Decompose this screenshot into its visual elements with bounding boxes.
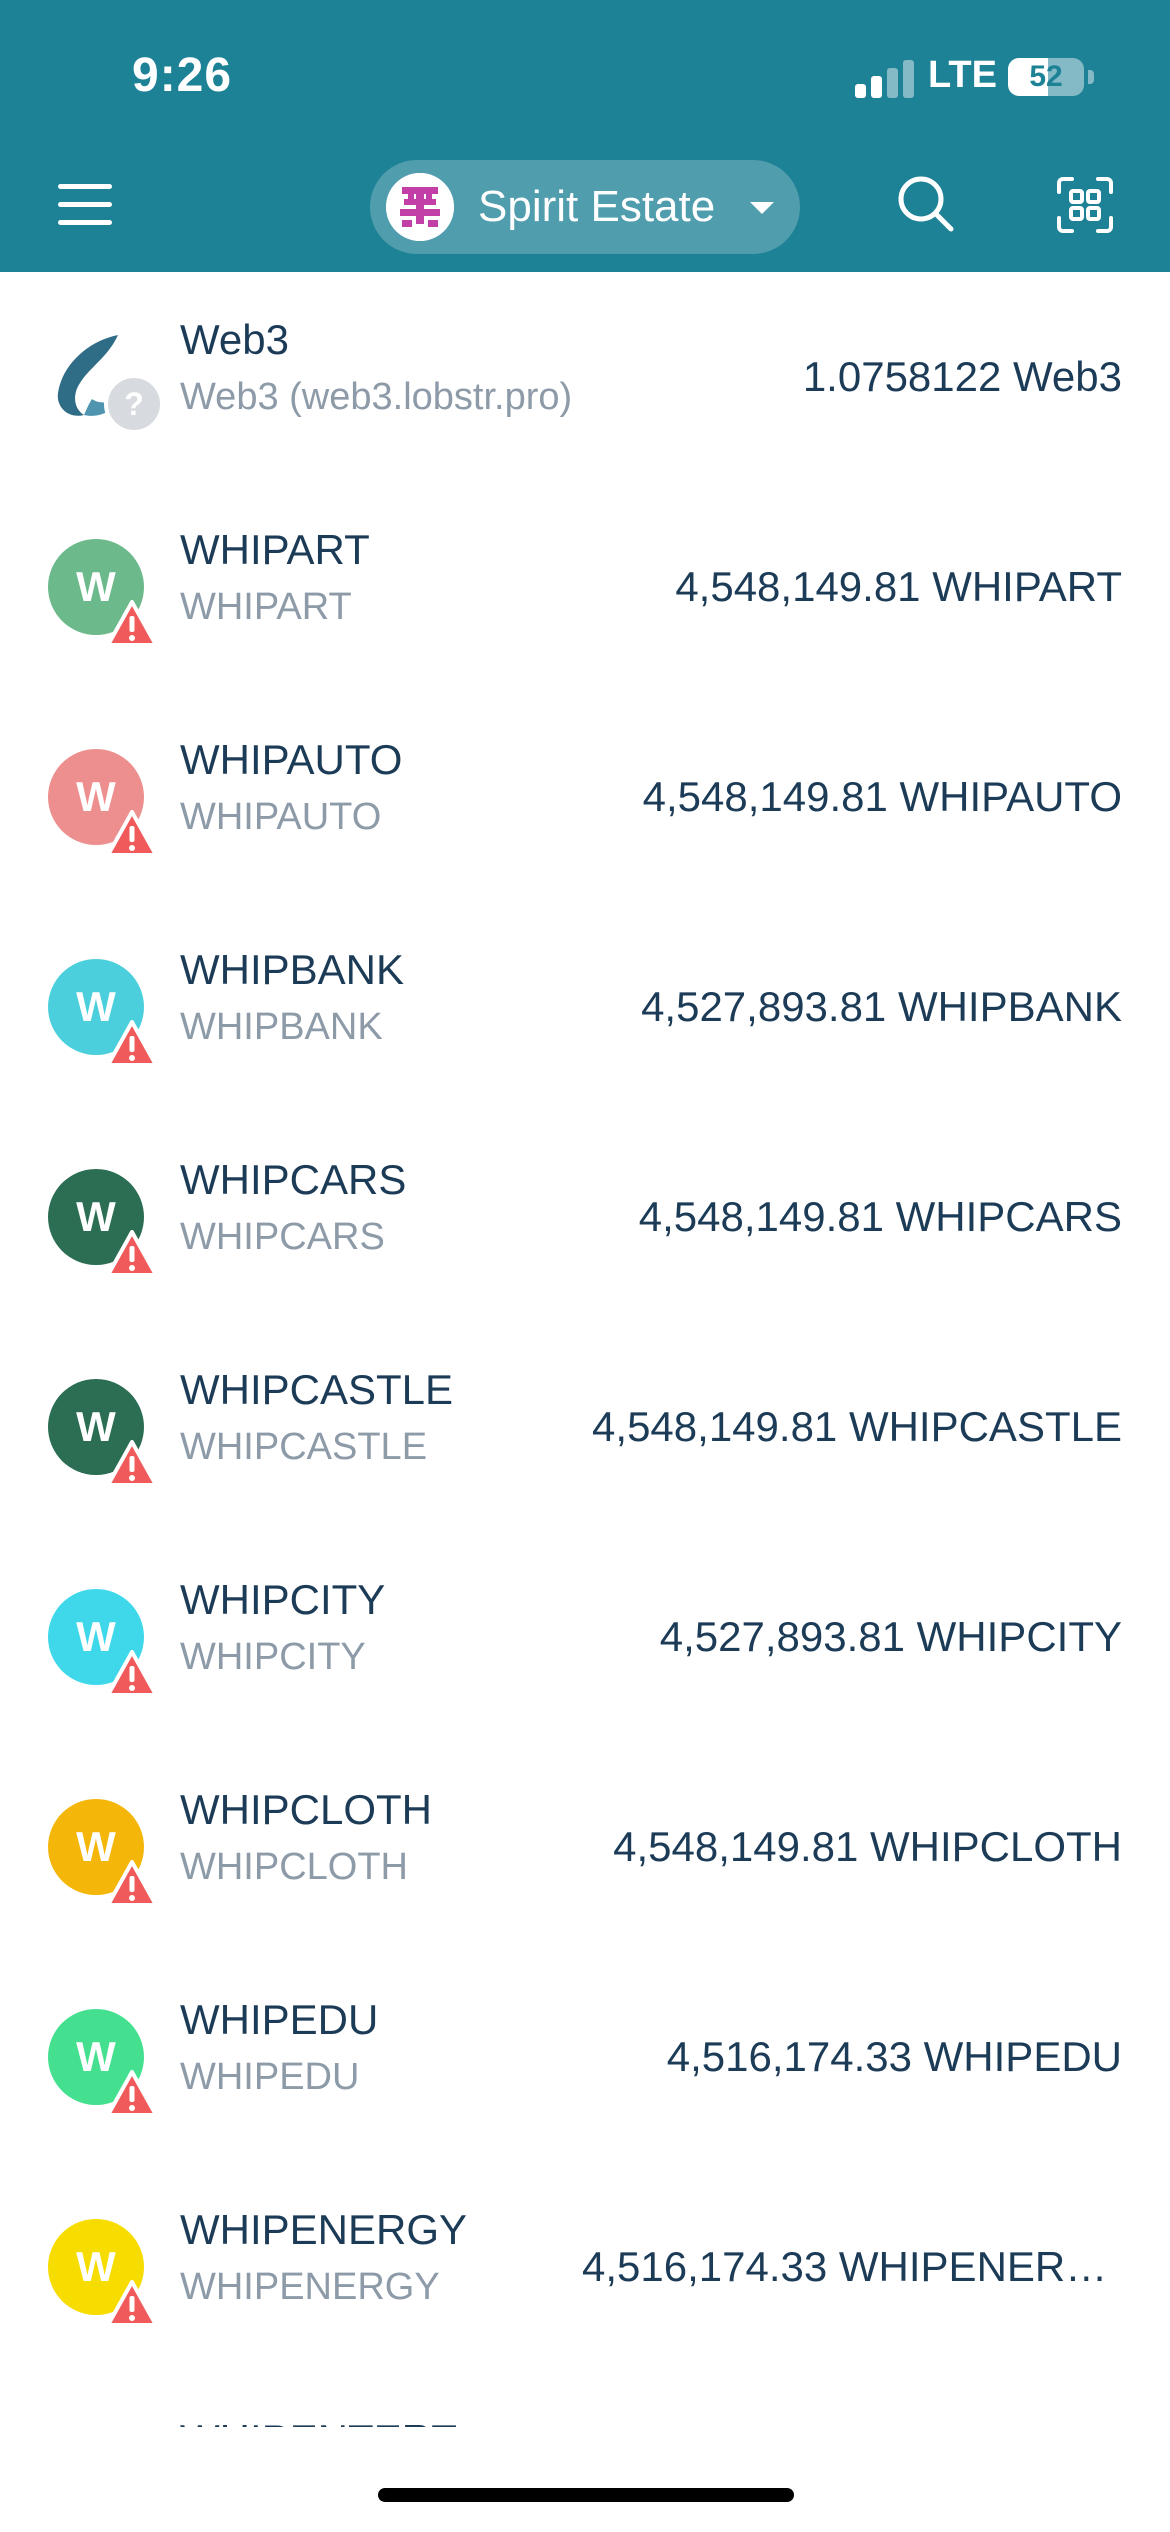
asset-balance: 1.0758122 Web3 xyxy=(802,353,1122,400)
asset-domain: WHIPART xyxy=(180,586,352,628)
account-selector[interactable]: Spirit Estate xyxy=(370,160,800,254)
account-avatar xyxy=(386,173,454,241)
asset-code: Web3 xyxy=(180,316,289,363)
warning-icon xyxy=(106,1650,158,1698)
battery-cap xyxy=(1088,70,1094,84)
battery-icon: 52 xyxy=(1008,58,1084,96)
asset-code: WHIPCARS xyxy=(180,1156,407,1203)
asset-balance: 4,548,149.81 WHIPCASTLE xyxy=(592,1403,1122,1450)
search-icon[interactable] xyxy=(896,174,956,234)
asset-row[interactable]: W WHIPCLOTH WHIPCLOTH 4,548,149.81 WHIPC… xyxy=(0,1742,1170,1952)
asset-row[interactable]: W WHIPBANK WHIPBANK 4,527,893.81 WHIPBAN… xyxy=(0,902,1170,1112)
asset-code: WHIPAUTO xyxy=(180,736,403,783)
warning-icon xyxy=(106,1440,158,1488)
asset-row[interactable]: W WHIPCITY WHIPCITY 4,527,893.81 WHIPCIT… xyxy=(0,1532,1170,1742)
asset-row[interactable]: W WHIPART WHIPART 4,548,149.81 WHIPART xyxy=(0,482,1170,692)
asset-domain: WHIPCASTLE xyxy=(180,1426,428,1468)
asset-balance: 4,548,149.81 WHIPCLOTH xyxy=(613,1823,1122,1870)
asset-domain: Web3 (web3.lobstr.pro) xyxy=(180,376,573,418)
asset-domain: WHIPCARS xyxy=(180,1216,385,1258)
asset-balance: 4,516,174.33 WHIPEDU xyxy=(666,2033,1122,2080)
account-name: Spirit Estate xyxy=(478,182,716,231)
warning-icon xyxy=(106,600,158,648)
warning-icon xyxy=(106,2070,158,2118)
unknown-asset-icon: ? xyxy=(104,374,164,434)
asset-code: WHIPCITY xyxy=(180,1576,386,1623)
app-header: 9:26 LTE 52 Spirit Estate xyxy=(0,0,1170,272)
asset-row[interactable]: W WHIPAUTO WHIPAUTO 4,548,149.81 WHIPAUT… xyxy=(0,692,1170,902)
asset-code: WHIPENERGY xyxy=(180,2206,468,2253)
asset-code: WHIPEDU xyxy=(180,1996,379,2043)
asset-balance: 4,516,174.33 WHIPENERGY xyxy=(582,2243,1122,2290)
warning-icon xyxy=(106,810,158,858)
asset-domain: WHIPCLOTH xyxy=(180,1846,408,1888)
asset-row[interactable]: W WHIPENTERT xyxy=(0,2372,1170,2427)
qr-scan-icon[interactable] xyxy=(1056,176,1114,234)
asset-balance: 4,548,149.81 WHIPAUTO xyxy=(642,773,1122,820)
signal-icon xyxy=(855,58,915,98)
asset-row[interactable]: W WHIPCASTLE WHIPCASTLE 4,548,149.81 WHI… xyxy=(0,1322,1170,1532)
asset-code: WHIPART xyxy=(180,526,370,573)
asset-domain: WHIPAUTO xyxy=(180,796,382,838)
asset-domain: WHIPCITY xyxy=(180,1636,366,1678)
asset-balance: 4,548,149.81 WHIPART xyxy=(675,563,1122,610)
asset-domain: WHIPBANK xyxy=(180,1006,383,1048)
asset-balance: 4,527,893.81 WHIPBANK xyxy=(641,983,1122,1030)
warning-icon xyxy=(106,1230,158,1278)
asset-code: WHIPCASTLE xyxy=(180,1366,454,1413)
asset-code: WHIPENTERT xyxy=(180,2416,457,2427)
status-time: 9:26 xyxy=(132,49,233,102)
asset-balance: 4,527,893.81 WHIPCITY xyxy=(659,1613,1122,1660)
warning-icon xyxy=(106,1020,158,1068)
asset-row[interactable]: W WHIPEDU WHIPEDU 4,516,174.33 WHIPEDU xyxy=(0,1952,1170,2162)
asset-row[interactable]: W WHIPENERGY WHIPENERGY 4,516,174.33 WHI… xyxy=(0,2162,1170,2372)
menu-icon[interactable] xyxy=(58,180,112,228)
asset-code: WHIPCLOTH xyxy=(180,1786,432,1833)
warning-icon xyxy=(106,2280,158,2328)
network-type: LTE xyxy=(928,54,997,96)
asset-row[interactable]: W WHIPCARS WHIPCARS 4,548,149.81 WHIPCAR… xyxy=(0,1112,1170,1322)
asset-domain: WHIPENERGY xyxy=(180,2266,440,2308)
warning-icon xyxy=(106,1860,158,1908)
home-indicator[interactable] xyxy=(378,2488,794,2502)
asset-row-web3[interactable]: ? Web3 Web3 (web3.lobstr.pro) 1.0758122 … xyxy=(0,272,1170,482)
asset-list[interactable]: ? Web3 Web3 (web3.lobstr.pro) 1.0758122 … xyxy=(0,272,1170,2427)
battery-percent: 52 xyxy=(1029,60,1063,93)
asset-balance: 4,548,149.81 WHIPCARS xyxy=(638,1193,1122,1240)
asset-code: WHIPBANK xyxy=(180,946,405,993)
asset-domain: WHIPEDU xyxy=(180,2056,360,2098)
chevron-down-icon xyxy=(750,202,774,214)
